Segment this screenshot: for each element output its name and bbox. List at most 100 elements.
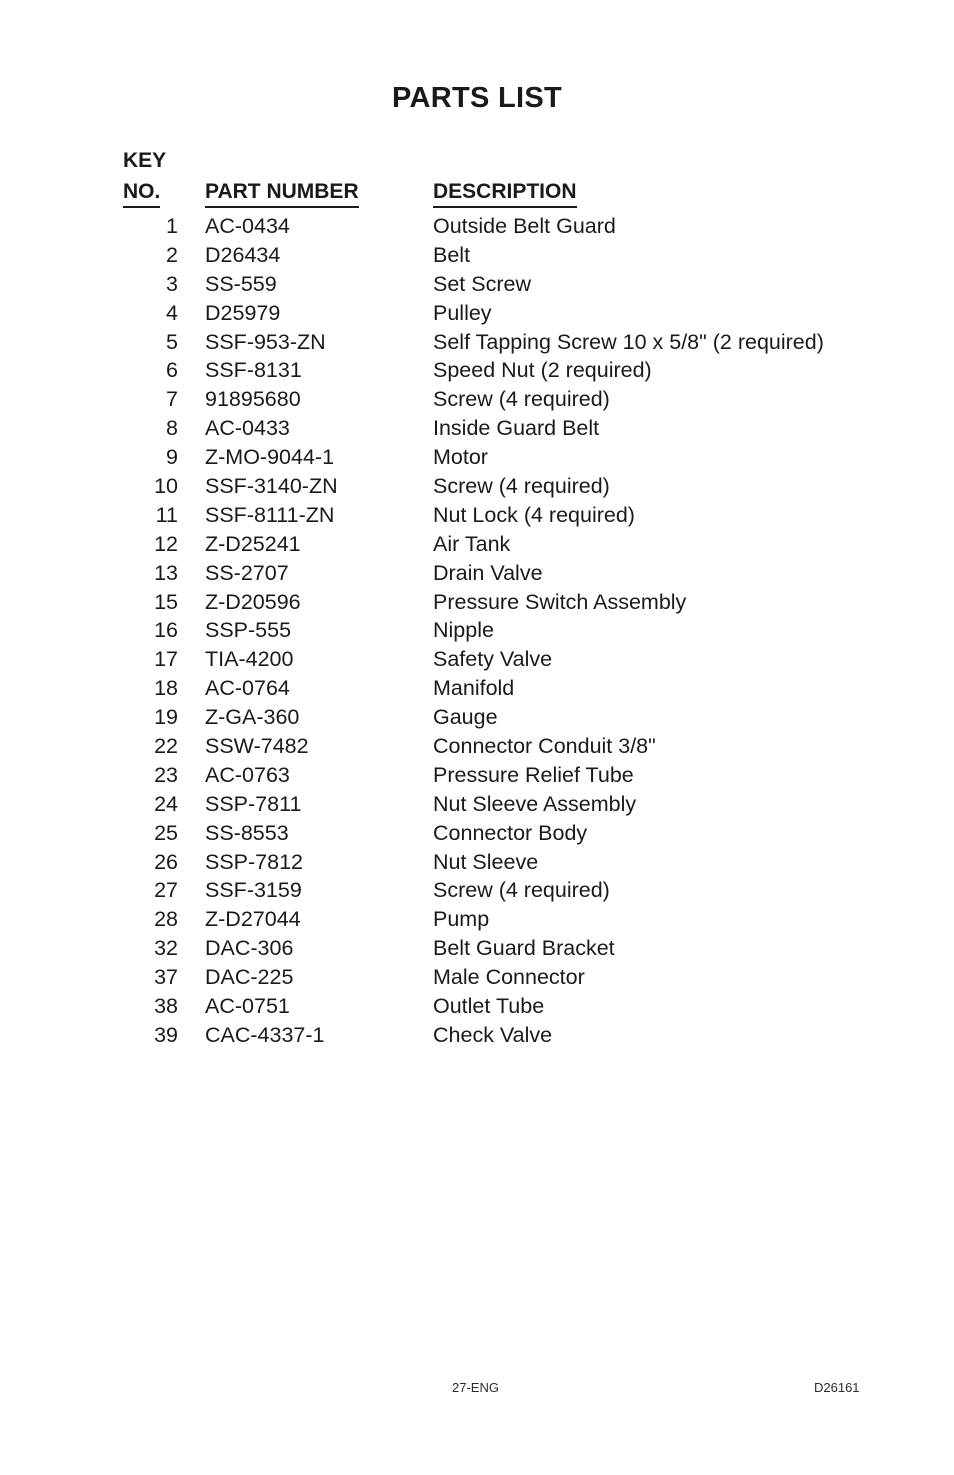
table-row: 25 SS-8553 Connector Body xyxy=(0,819,954,848)
column-header-description-label: DESCRIPTION xyxy=(433,179,577,208)
cell-description: Drain Valve xyxy=(433,560,543,585)
cell-part-number: AC-0433 xyxy=(205,416,290,441)
table-row: 23 AC-0763 Pressure Relief Tube xyxy=(0,761,954,790)
cell-part-number: CAC-4337-1 xyxy=(205,1022,325,1047)
cell-description: Nut Sleeve Assembly xyxy=(433,791,637,816)
column-header-key-line1: KEY xyxy=(123,149,167,172)
cell-key-number: 9 xyxy=(166,445,178,470)
cell-part-number: SSP-7812 xyxy=(205,849,304,874)
cell-description: Set Screw xyxy=(433,271,531,296)
cell-description: Pressure Relief Tube xyxy=(433,762,634,787)
cell-key-number: 39 xyxy=(154,1022,178,1047)
column-header-description: DESCRIPTION xyxy=(405,179,577,208)
column-header-part-number-label: PART NUMBER xyxy=(205,179,359,208)
cell-key-number: 37 xyxy=(154,965,178,990)
page-title: PARTS LIST xyxy=(391,82,563,114)
cell-part-number: SSP-555 xyxy=(205,618,292,643)
cell-key-number: 6 xyxy=(166,358,178,383)
cell-key-number: 12 xyxy=(154,531,178,556)
cell-description: Check Valve xyxy=(433,1022,553,1047)
cell-key-number: 10 xyxy=(154,474,178,499)
cell-key-number: 13 xyxy=(154,560,178,585)
cell-description: Connector Conduit 3/8" xyxy=(433,734,656,759)
cell-part-number: DAC-225 xyxy=(205,965,294,990)
page-footer: 27-ENG D26161 xyxy=(0,1380,954,1400)
cell-description: Self Tapping Screw 10 x 5/8" (2 required… xyxy=(433,329,824,354)
table-row: 8 AC-0433 Inside Guard Belt xyxy=(0,414,954,443)
cell-description: Screw (4 required) xyxy=(433,387,610,412)
cell-description: Outlet Tube xyxy=(433,994,545,1019)
table-row: 6 SSF-8131 Speed Nut (2 required) xyxy=(0,356,954,385)
table-row: 9 Z-MO-9044-1 Motor xyxy=(0,443,954,472)
footer-page-label: 27-ENG xyxy=(452,1380,499,1395)
table-row: 16 SSP-555 Nipple xyxy=(0,616,954,645)
cell-part-number: Z-MO-9044-1 xyxy=(205,445,335,470)
cell-description: Screw (4 required) xyxy=(433,878,610,903)
cell-key-number: 11 xyxy=(155,502,178,527)
cell-part-number: AC-0434 xyxy=(205,214,290,238)
table-row: 27 SSF-3159 Screw (4 required) xyxy=(0,876,954,905)
cell-description: Male Connector xyxy=(433,965,585,990)
cell-key-number: 32 xyxy=(154,936,178,961)
table-row: 18 AC-0764 Manifold xyxy=(0,674,954,703)
table-row: 19 Z-GA-360 Gauge xyxy=(0,703,954,732)
table-row: 17 TIA-4200 Safety Valve xyxy=(0,645,954,674)
cell-key-number: 38 xyxy=(154,994,178,1019)
cell-part-number: Z-D25241 xyxy=(205,531,301,556)
cell-key-number: 16 xyxy=(154,618,178,643)
table-row: 38 AC-0751 Outlet Tube xyxy=(0,992,954,1021)
cell-description: Air Tank xyxy=(433,531,511,556)
cell-key-number: 7 xyxy=(166,387,178,412)
cell-part-number: SSF-3159 xyxy=(205,878,302,903)
cell-description: Gauge xyxy=(433,705,498,730)
table-row: 32 DAC-306 Belt Guard Bracket xyxy=(0,934,954,963)
cell-description: Pressure Switch Assembly xyxy=(433,589,687,614)
table-header-row: NO. PART NUMBER DESCRIPTION xyxy=(0,179,954,208)
table-row: 7 91895680 Screw (4 required) xyxy=(0,385,954,414)
cell-key-number: 3 xyxy=(166,271,178,296)
table-row: 5 SSF-953-ZN Self Tapping Screw 10 x 5/8" … xyxy=(0,328,954,357)
column-header-part-number: PART NUMBER xyxy=(178,179,405,208)
table-row: 37 DAC-225 Male Connector xyxy=(0,963,954,992)
table-row: 3 SS-559 Set Screw xyxy=(0,270,954,299)
cell-part-number: Z-D27044 xyxy=(205,907,301,932)
table-row: 12 Z-D25241 Air Tank xyxy=(0,530,954,559)
cell-key-number: 24 xyxy=(154,791,178,816)
table-row: 28 Z-D27044 Pump xyxy=(0,905,954,934)
cell-part-number: DAC-306 xyxy=(205,936,294,961)
table-row: 24 SSP-7811 Nut Sleeve Assembly xyxy=(0,790,954,819)
cell-part-number: Z-D20596 xyxy=(205,589,301,614)
cell-key-number: 19 xyxy=(154,705,178,730)
cell-description: Belt Guard Bracket xyxy=(433,936,615,961)
table-row: 15 Z-D20596 Pressure Switch Assembly xyxy=(0,588,954,617)
footer-document-number: D26161 xyxy=(814,1380,860,1395)
cell-part-number: SS-2707 xyxy=(205,560,289,585)
cell-part-number: D25979 xyxy=(205,300,281,325)
cell-description: Pulley xyxy=(433,300,492,325)
table-row: 22 SSW-7482 Connector Conduit 3/8" xyxy=(0,732,954,761)
cell-key-number: 2 xyxy=(166,242,178,267)
cell-part-number: 91895680 xyxy=(205,387,301,412)
cell-key-number: 23 xyxy=(154,762,178,787)
cell-description: Manifold xyxy=(433,676,515,701)
column-header-key-no-label: NO. xyxy=(123,179,161,208)
cell-key-number: 18 xyxy=(154,676,178,701)
table-row: 11 SSF-8111-ZN Nut Lock (4 required) xyxy=(0,501,954,530)
cell-key-number: 4 xyxy=(166,300,178,325)
cell-part-number: SS-559 xyxy=(205,271,277,296)
cell-description: Screw (4 required) xyxy=(433,474,610,499)
cell-part-number: SS-8553 xyxy=(205,820,289,845)
cell-part-number: AC-0763 xyxy=(205,762,290,787)
table-row: 13 SS-2707 Drain Valve xyxy=(0,559,954,588)
cell-key-number: 15 xyxy=(154,589,178,614)
cell-part-number: SSW-7482 xyxy=(205,734,309,759)
cell-part-number: Z-GA-360 xyxy=(205,705,300,730)
cell-description: Pump xyxy=(433,907,490,932)
cell-description: Inside Guard Belt xyxy=(433,416,600,441)
cell-key-number: 27 xyxy=(154,878,178,903)
cell-key-number: 1 xyxy=(166,214,178,238)
table-row: 26 SSP-7812 Nut Sleeve xyxy=(0,848,954,877)
cell-part-number: AC-0751 xyxy=(205,994,290,1019)
cell-key-number: 25 xyxy=(154,820,178,845)
cell-part-number: SSF-8111-ZN xyxy=(205,502,335,527)
